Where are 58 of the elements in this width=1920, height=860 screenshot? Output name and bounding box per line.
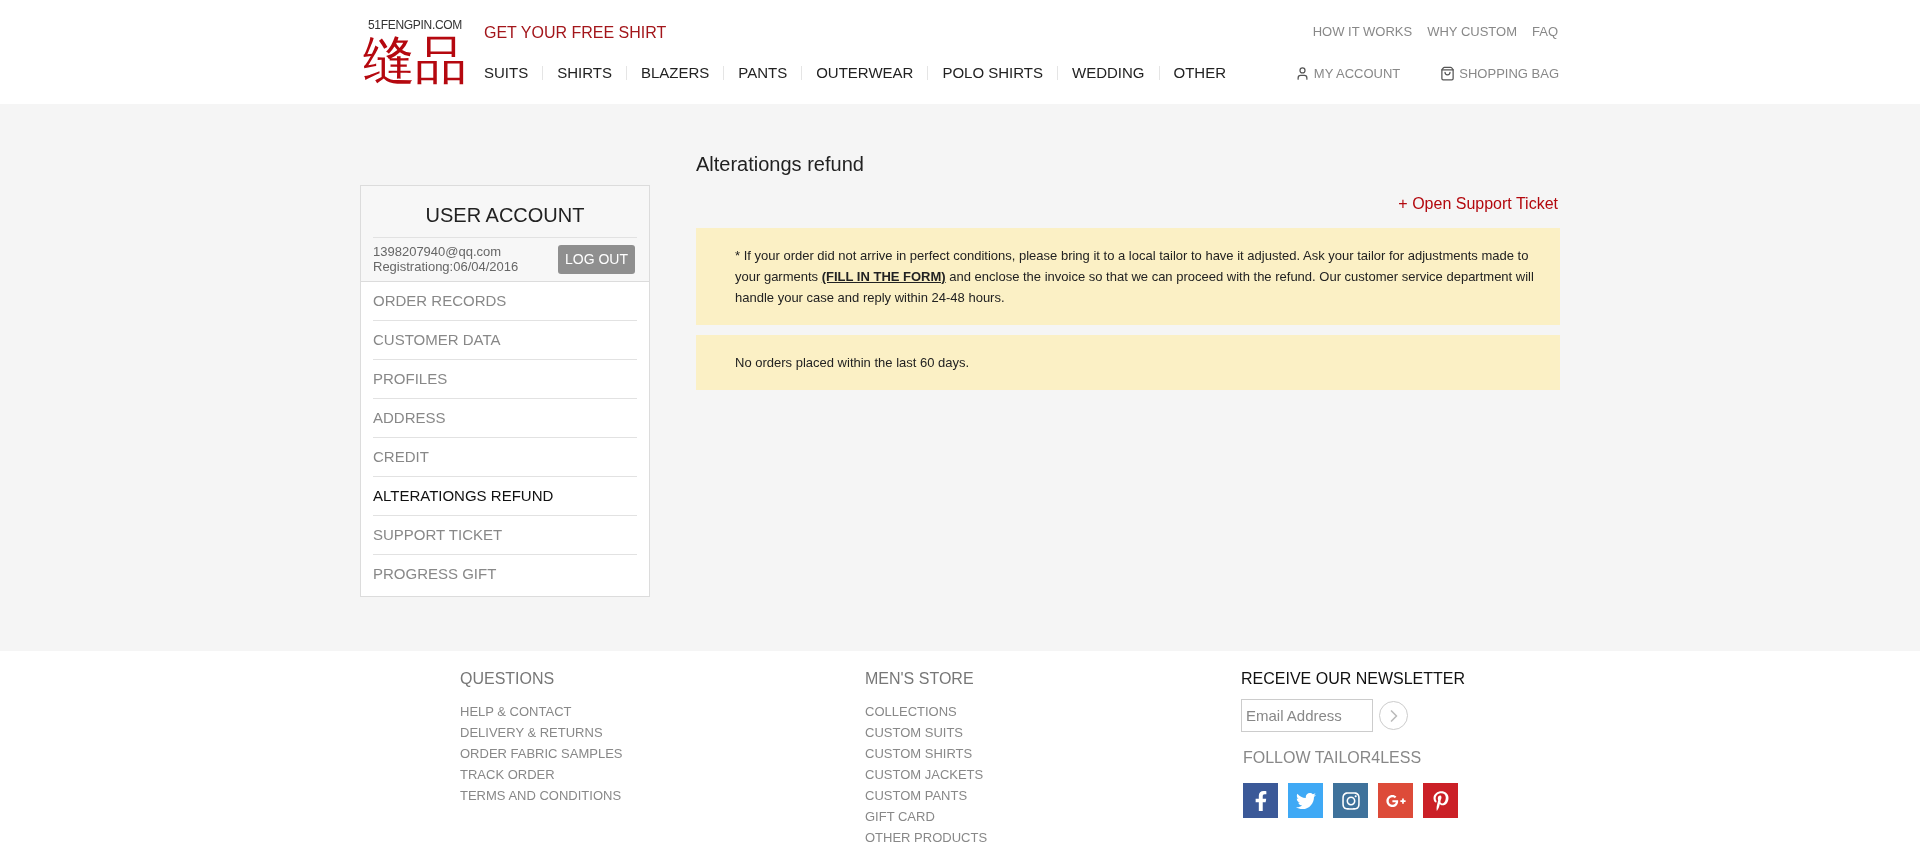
social-button[interactable]: [1243, 783, 1278, 818]
sidebar-item[interactable]: ORDER RECORDS: [373, 282, 637, 320]
sidebar-item[interactable]: PROGRESS GIFT: [373, 555, 637, 593]
shopping-bag-link[interactable]: SHOPPING BAG: [1440, 63, 1559, 83]
bird-logo-icon: [1295, 790, 1316, 811]
nav-link[interactable]: BLAZERS: [640, 62, 710, 85]
free-shirt-link[interactable]: GET YOUR FREE SHIRT: [484, 21, 667, 45]
newsletter-heading: RECEIVE OUR NEWSLETTER: [1241, 669, 1466, 689]
user-email: 1398207940@qq.com: [373, 244, 503, 259]
user-icon: [1294, 65, 1310, 81]
sidebar-item[interactable]: PROFILES: [373, 360, 637, 398]
footer-link[interactable]: CUSTOM SHIRTS: [865, 743, 1241, 764]
sidebar-item[interactable]: SUPPORT TICKET: [373, 516, 637, 554]
page-title: Alterationgs refund: [696, 152, 865, 176]
account-link[interactable]: MY ACCOUNT: [1294, 63, 1401, 83]
nav-link[interactable]: SUITS: [484, 62, 529, 85]
notice-text: * If your order did not arrive in perfect conditions, please bring it to a local tailor to have it adjusted. Ask your tailor for adjustments made to your garments (FILL IN THE FORM) and enclose the invoice so that we can proceed with the refund. Our customer service department will handle your case and reply within 24-48 hours.: [735, 247, 1535, 307]
nav-link[interactable]: SHIRTS: [557, 62, 612, 85]
fill-form-link[interactable]: (FILL IN THE FORM): [821, 269, 946, 284]
nav-link[interactable]: OTHER: [1173, 62, 1226, 85]
footer-link[interactable]: HELP & CONTACT: [460, 701, 865, 722]
sidebar-item[interactable]: ALTERATIONGS REFUND: [373, 477, 637, 515]
footer-heading: MEN'S STORE: [865, 669, 975, 689]
follow-heading: FOLLOW TAILOR4LESS: [1243, 748, 1423, 768]
nav-link[interactable]: POLO SHIRTS: [942, 62, 1043, 85]
bag-icon: [1440, 65, 1456, 81]
top-link[interactable]: HOW IT WORKS: [1312, 21, 1413, 42]
footer-link[interactable]: TRACK ORDER: [460, 764, 865, 785]
footer-link[interactable]: COLLECTIONS: [865, 701, 1241, 722]
social-button[interactable]: [1333, 783, 1368, 818]
panel-title: USER ACCOUNT: [373, 200, 637, 238]
footer-link[interactable]: TERMS AND CONDITIONS: [460, 785, 865, 806]
social-button[interactable]: [1423, 783, 1458, 818]
logo-domain[interactable]: 51FENGPIN.COM: [367, 18, 463, 32]
logo-wordmark[interactable]: 缝品: [363, 32, 467, 88]
sidebar-item[interactable]: CREDIT: [373, 438, 637, 476]
notice-text: No orders placed within the last 60 days.: [735, 354, 971, 372]
top-link[interactable]: WHY CUSTOM: [1427, 21, 1517, 42]
footer-link[interactable]: GIFT CARD: [865, 806, 1241, 827]
nav-link[interactable]: OUTERWEAR: [816, 62, 914, 85]
social-button[interactable]: [1378, 783, 1413, 818]
email-field[interactable]: Email Address: [1241, 699, 1373, 732]
sidebar-item[interactable]: ADDRESS: [373, 399, 637, 437]
sidebar-item[interactable]: CUSTOMER DATA: [373, 321, 637, 359]
camera-logo-icon: [1340, 790, 1361, 811]
footer-heading: QUESTIONS: [460, 669, 556, 689]
nav-link[interactable]: WEDDING: [1072, 62, 1145, 85]
footer-link[interactable]: CUSTOM PANTS: [865, 785, 1241, 806]
footer-link[interactable]: OTHER PRODUCTS: [865, 827, 1241, 848]
footer-link[interactable]: CUSTOM JACKETS: [865, 764, 1241, 785]
nav-link[interactable]: PANTS: [738, 62, 788, 85]
footer-link[interactable]: CUSTOM SUITS: [865, 722, 1241, 743]
open-ticket-link[interactable]: + Open Support Ticket: [1398, 192, 1558, 216]
top-link[interactable]: FAQ: [1532, 21, 1558, 42]
logout-button[interactable]: LOG OUT: [558, 244, 635, 274]
registration-date: Registrationg:06/04/2016: [373, 259, 519, 274]
footer-link[interactable]: ORDER FABRIC SAMPLES: [460, 743, 865, 764]
footer-link[interactable]: DELIVERY & RETURNS: [460, 722, 865, 743]
